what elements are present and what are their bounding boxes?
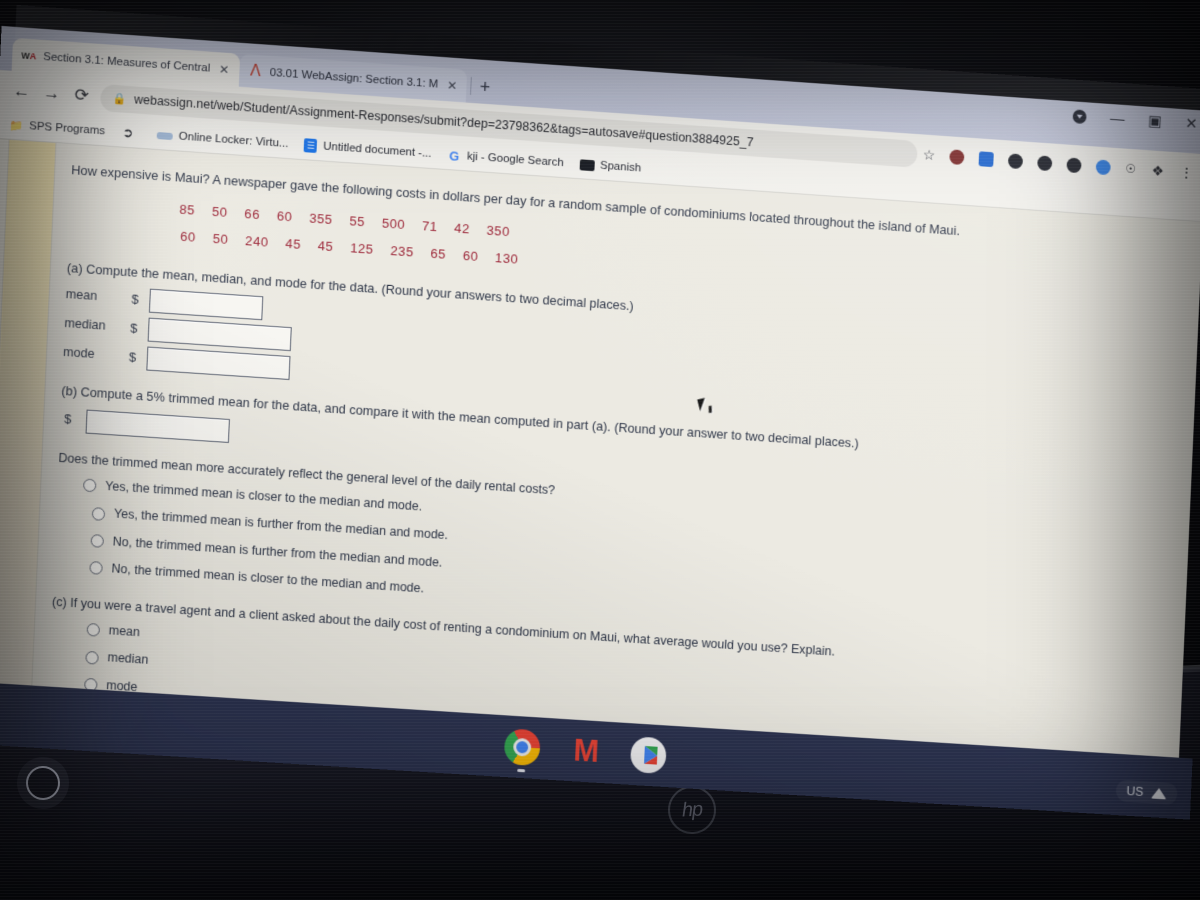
data-value: 42 (453, 220, 471, 237)
bookmark-label: Online Locker: Virtu... (178, 130, 289, 151)
extension-dark-icon[interactable] (1008, 152, 1024, 169)
trimmed-mean-input[interactable] (85, 409, 230, 443)
compass-icon: ➲ (122, 124, 134, 141)
reload-icon[interactable]: ⟳ (66, 80, 97, 112)
extension-blue-gear-icon[interactable] (1095, 158, 1112, 175)
extension-dark2-icon[interactable] (1037, 154, 1053, 171)
data-value: 45 (317, 238, 334, 255)
currency-symbol: $ (129, 320, 138, 336)
data-value: 71 (421, 218, 438, 235)
radio-button-icon[interactable] (86, 623, 101, 637)
data-value: 60 (179, 229, 197, 246)
data-value: 66 (244, 206, 261, 223)
minimize-button[interactable]: — (1110, 110, 1125, 128)
radio-button-icon[interactable] (91, 506, 106, 521)
radio-button-icon[interactable] (85, 650, 99, 665)
tab-close-icon[interactable]: ✕ (447, 78, 458, 93)
data-value: 50 (211, 203, 228, 220)
black-folder-icon (579, 158, 595, 171)
extension-red-icon[interactable] (949, 148, 965, 165)
new-tab-button[interactable]: + (479, 77, 490, 105)
radio-button-icon[interactable] (82, 478, 97, 493)
data-value: 500 (381, 215, 406, 233)
lambda-favicon: Λ (249, 61, 262, 80)
close-button[interactable]: ✕ (1185, 115, 1198, 133)
radio-button-icon[interactable] (90, 534, 105, 548)
forward-icon[interactable]: → (36, 78, 67, 110)
play-store-app-icon[interactable] (629, 736, 667, 775)
bookmark-sps-programs[interactable]: 📁 SPS Programs (9, 118, 105, 139)
keyboard-layout-label: US (1126, 784, 1144, 799)
data-value: 65 (430, 246, 447, 263)
page-viewport: How expensive is Maui? A newspaper gave … (0, 138, 1200, 782)
extension-dark3-icon[interactable] (1066, 156, 1082, 173)
data-value: 125 (349, 240, 374, 258)
bookmark-label: SPS Programs (28, 120, 106, 138)
option-label: median (107, 650, 149, 668)
data-value: 235 (390, 243, 414, 260)
chrome-update-icon[interactable] (1072, 108, 1087, 124)
radio-button-icon[interactable] (89, 561, 103, 576)
extensions-puzzle-icon[interactable]: ❖ (1150, 162, 1165, 179)
bookmark-label: Untitled document -... (322, 140, 432, 160)
toolbar-actions: ☆ ☉ ❖ ⋮ (922, 146, 1197, 182)
data-value: 60 (462, 248, 479, 265)
mean-input[interactable] (148, 288, 264, 320)
bookmark-online-locker[interactable]: Online Locker: Virtu... (156, 129, 289, 151)
data-value: 45 (285, 236, 302, 253)
google-docs-icon: ☰ (304, 138, 318, 154)
median-input[interactable] (147, 317, 292, 351)
data-value: 85 (179, 201, 196, 218)
median-label: median (64, 315, 106, 333)
back-icon[interactable]: ← (6, 76, 37, 108)
data-value: 60 (276, 208, 293, 225)
currency-symbol: $ (63, 411, 72, 428)
mode-input[interactable] (146, 346, 291, 380)
laptop-photo: hp WA Section 3.1: Measures of Central ✕… (0, 0, 1200, 900)
mean-label: mean (65, 286, 98, 304)
bookmark-kji-google-search[interactable]: G kji - Google Search (447, 148, 564, 170)
bookmark-spanish[interactable]: Spanish (579, 158, 641, 174)
data-value: 130 (494, 250, 519, 268)
data-value: 55 (349, 213, 366, 230)
bookmark-label: kji - Google Search (466, 150, 564, 170)
tab-divider (470, 76, 473, 95)
chrome-menu-icon[interactable]: ⋮ (1179, 164, 1193, 182)
google-g-icon: G (448, 147, 460, 164)
currency-symbol: $ (128, 348, 137, 365)
gmail-app-icon[interactable]: M (567, 732, 604, 770)
chrome-app-icon[interactable] (503, 728, 541, 773)
mode-label: mode (62, 344, 95, 361)
profile-avatar-icon[interactable]: ☉ (1125, 161, 1136, 176)
extension-blue-puzzle-icon[interactable] (978, 150, 995, 167)
status-tray[interactable]: US (1115, 779, 1178, 806)
tab-title: 03.01 WebAssign: Section 3.1: M (269, 66, 439, 91)
currency-symbol: $ (131, 291, 140, 307)
bookmark-star-icon[interactable]: ☆ (922, 146, 935, 164)
data-value: 240 (244, 233, 269, 251)
tab-title: Section 3.1: Measures of Central (43, 50, 211, 75)
data-value: 355 (308, 210, 333, 228)
data-value: 350 (486, 222, 511, 240)
bookmark-compass[interactable]: ➲ (121, 124, 142, 141)
pill-icon (156, 131, 173, 140)
option-label: mean (108, 623, 141, 640)
webassign-favicon: WA (21, 49, 37, 61)
maximize-button[interactable]: ▣ (1148, 113, 1163, 131)
folder-icon: 📁 (9, 119, 24, 133)
data-value: 50 (212, 231, 229, 248)
bookmark-label: Spanish (599, 159, 642, 175)
bookmark-untitled-document[interactable]: ☰ Untitled document -... (304, 138, 432, 161)
lock-icon: 🔒 (112, 92, 127, 106)
wifi-icon (1150, 787, 1167, 799)
laptop-screen: WA Section 3.1: Measures of Central ✕ Λ … (0, 4, 1200, 820)
assignment-content: How expensive is Maui? A newspaper gave … (33, 143, 1200, 781)
tab-close-icon[interactable]: ✕ (219, 62, 230, 77)
chrome-browser-window: WA Section 3.1: Measures of Central ✕ Λ … (0, 25, 1200, 782)
